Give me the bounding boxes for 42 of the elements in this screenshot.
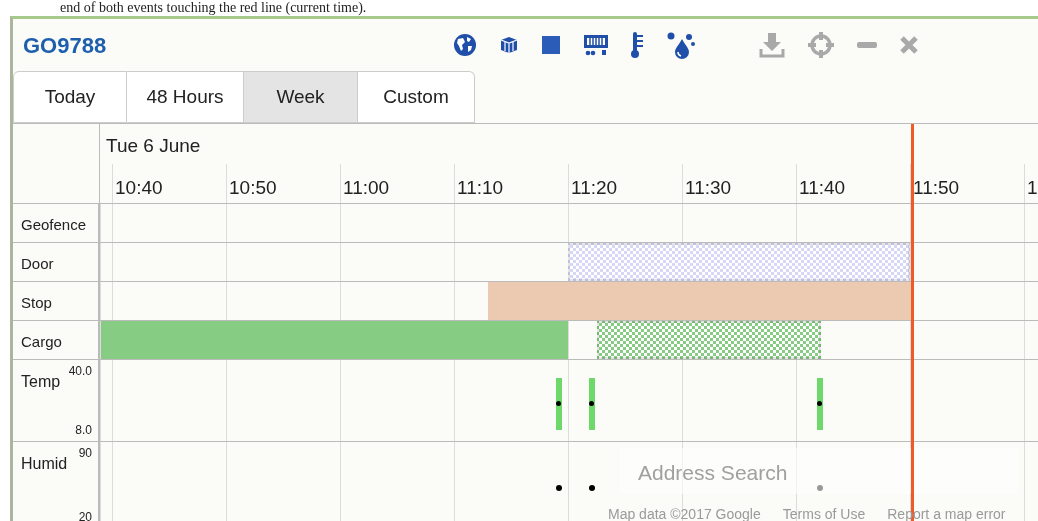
close-icon[interactable] bbox=[899, 35, 919, 55]
globe-icon[interactable] bbox=[453, 33, 477, 57]
droplets-icon[interactable] bbox=[667, 31, 695, 59]
range-tab[interactable]: Week bbox=[244, 71, 358, 123]
scale-label: 8.0 bbox=[75, 422, 92, 439]
range-tab[interactable]: 48 Hours bbox=[127, 71, 244, 123]
page-text: end of both events touching the red line (current time). bbox=[59, 0, 368, 16]
scale-label: 20 bbox=[78, 509, 92, 521]
download-icon[interactable] bbox=[759, 32, 785, 58]
hatched-event-bar[interactable] bbox=[596, 321, 821, 359]
square-icon[interactable] bbox=[541, 35, 561, 55]
range-tab[interactable]: Custom bbox=[358, 71, 475, 123]
window-title: GO9788 bbox=[22, 31, 108, 60]
date-label: Tue 6 June bbox=[106, 134, 201, 158]
time-tick: 1 bbox=[1027, 176, 1038, 200]
minimize-icon[interactable] bbox=[857, 42, 877, 48]
scale-label: 40.0 bbox=[68, 363, 92, 380]
reading-mark bbox=[555, 378, 562, 430]
scale-label: 90 bbox=[78, 445, 92, 462]
time-tick: 10:50 bbox=[229, 176, 277, 200]
row-label: Cargo bbox=[21, 332, 62, 352]
hatched-event-bar[interactable] bbox=[568, 243, 910, 281]
time-tick: 10:40 bbox=[115, 176, 163, 200]
map-attribution: Map data ©2017 Google bbox=[608, 505, 761, 521]
range-tab[interactable]: Today bbox=[13, 71, 127, 123]
row-label: Temp bbox=[21, 372, 61, 392]
cube-icon[interactable] bbox=[499, 35, 519, 55]
reading-mark bbox=[816, 378, 823, 430]
time-tick: 11:00 bbox=[343, 176, 390, 200]
time-tick: 11:10 bbox=[457, 176, 504, 200]
time-tick: 11:20 bbox=[571, 176, 618, 200]
row-label: Door bbox=[21, 254, 54, 274]
time-tick: 11:30 bbox=[685, 176, 732, 200]
time-tick: 11:50 bbox=[913, 176, 960, 200]
row-label: Geofence bbox=[21, 215, 87, 235]
crosshair-icon[interactable] bbox=[807, 31, 835, 59]
time-tick: 11:40 bbox=[799, 176, 846, 200]
container-icon[interactable] bbox=[583, 33, 609, 57]
row-label: Humid bbox=[21, 454, 68, 474]
row-label: Stop bbox=[21, 293, 52, 313]
reading-mark bbox=[588, 378, 595, 430]
thermometer-icon[interactable] bbox=[631, 31, 645, 59]
